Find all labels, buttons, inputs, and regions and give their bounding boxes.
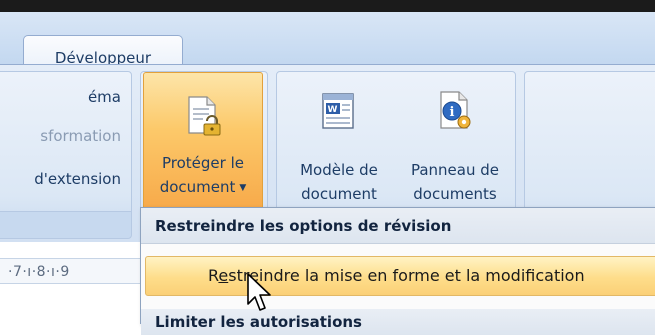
template-label-line2: document (301, 185, 377, 203)
group-label-bar (0, 211, 131, 238)
protect-document-button[interactable]: Protéger le document ▼ (143, 72, 263, 214)
protect-label-line2: document ▼ (159, 178, 247, 196)
mouse-pointer-icon (247, 273, 271, 311)
transformation-button: sformation (40, 127, 121, 145)
menu-section-header: Restreindre les options de révision (141, 208, 655, 244)
window-frame (0, 0, 655, 12)
protect-label-line1: Protéger le (162, 154, 244, 172)
ribbon-tab-bar: Développeur (0, 12, 655, 79)
dropdown-arrow-icon: ▼ (239, 183, 247, 193)
protect-dropdown-menu: Restreindre les options de révision Rest… (140, 207, 655, 335)
document-panel-button[interactable]: i Panneau de documents (397, 72, 513, 214)
menu-item-restrict-formatting[interactable]: Restreindre la mise en forme et la modif… (145, 256, 655, 296)
word-template-icon: W (322, 93, 354, 129)
template-label-line1: Modèle de (300, 161, 378, 179)
horizontal-ruler[interactable]: ·7·ı·8·ı·9 (0, 258, 150, 284)
panel-label-line1: Panneau de (410, 161, 500, 179)
svg-text:i: i (450, 105, 455, 120)
extension-pack-button[interactable]: d'extension (34, 170, 121, 188)
panel-label-line2: documents (413, 185, 497, 203)
menu-section-header-permissions: Limiter les autorisations (141, 309, 655, 335)
document-info-gear-icon: i (440, 91, 471, 129)
lock-document-icon (188, 96, 221, 136)
document-template-button[interactable]: W Modèle de document (281, 72, 397, 214)
svg-text:W: W (328, 105, 338, 115)
ribbon-group-xml: éma sformation d'extension (0, 71, 132, 239)
schema-button[interactable]: éma (88, 88, 121, 106)
